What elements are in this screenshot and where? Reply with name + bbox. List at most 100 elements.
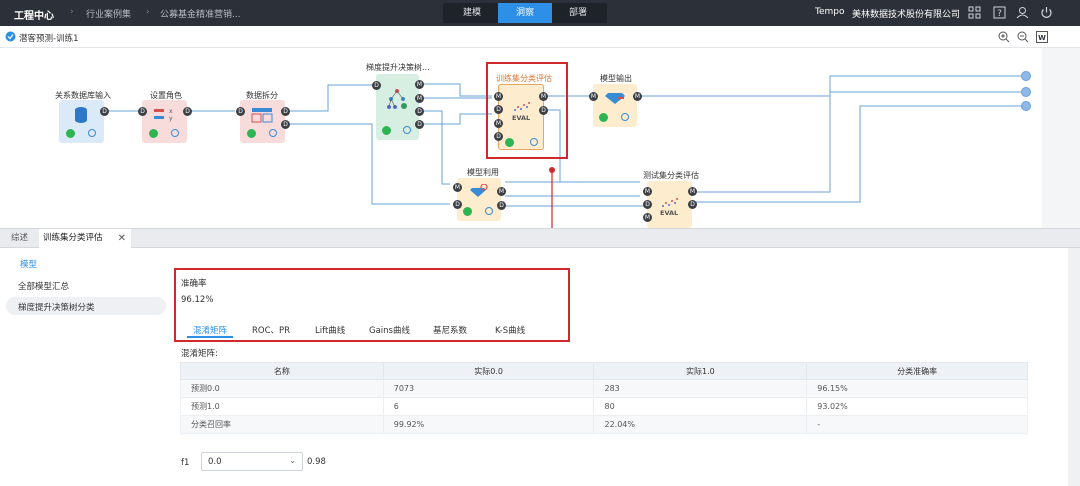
input-port[interactable]: D [494,105,503,114]
input-port[interactable]: D [372,81,381,90]
scatter-icon [514,102,530,111]
node-model-output[interactable] [593,84,637,127]
node-gbdt[interactable] [376,74,419,140]
tab-train-eval[interactable]: 训练集分类评估 ✕ [39,229,131,248]
input-port[interactable]: M [643,187,652,196]
node-train-eval[interactable]: EVAL [498,84,544,150]
canvas-endpoint[interactable] [1021,87,1031,97]
view-icon[interactable] [269,129,277,137]
node-test-eval[interactable]: EVAL [647,181,692,228]
output-port[interactable]: M [539,92,548,101]
input-port[interactable]: D [494,132,503,141]
confusion-caption: 混淆矩阵: [181,349,218,359]
input-port[interactable]: D [643,200,652,209]
workflow-canvas[interactable]: 关系数据库输入 D 设置角色 xy D D 数据拆分 D D D 梯度提升决策树… [0,48,1080,228]
output-port[interactable]: M [415,80,424,89]
subtab-gini[interactable]: 基尼系数 [433,324,467,336]
user-icon[interactable] [1016,6,1029,19]
output-port[interactable]: M [688,187,697,196]
output-port[interactable]: D [688,200,697,209]
svg-text:x: x [169,108,173,115]
input-port[interactable]: D [138,107,147,116]
sidebar-item-all-models[interactable]: 全部模型汇总 [18,280,69,292]
view-icon[interactable] [171,129,179,137]
input-port[interactable]: M [494,119,503,128]
table-cell: 22.04% [593,415,808,434]
subtab-ks[interactable]: K-S曲线 [495,324,525,336]
node-label: 训练集分类评估 [496,74,552,83]
export-word-icon[interactable]: W [1036,31,1048,43]
power-icon[interactable] [1040,6,1053,19]
input-port[interactable]: M [589,92,598,101]
zoom-out-icon[interactable] [1017,31,1029,43]
svg-text:W: W [1038,34,1046,42]
node-data-split[interactable] [240,100,285,143]
node-set-role[interactable]: xy [142,100,187,143]
diamond-icon [605,93,625,104]
node-label: 模型利用 [467,168,499,177]
result-tab-bar: 综述 训练集分类评估 ✕ [0,228,1080,248]
subtab-roc-pr[interactable]: ROC、PR [252,324,290,336]
company-name: 美林数据技术股份有限公司 [852,10,961,20]
output-port[interactable]: D [281,107,290,116]
input-port[interactable]: M [643,213,652,222]
sidebar-item-gbdt[interactable]: 梯度提升决策树分类 [6,297,166,315]
output-port[interactable]: M [633,92,642,101]
help-icon[interactable]: ? [993,6,1006,19]
node-relational-db-input[interactable] [59,100,104,143]
view-icon[interactable] [621,113,629,121]
close-icon[interactable]: ✕ [118,229,126,248]
canvas-endpoint[interactable] [1021,71,1031,81]
output-port[interactable]: D [415,120,424,129]
grid-apps-icon[interactable] [968,6,981,19]
output-port[interactable]: D [539,106,548,115]
output-port[interactable]: D [100,107,109,116]
top-bar: 工程中心 › 行业案例集 › 公募基金精准营销... 建模 洞察 部署 Temp… [0,0,1080,26]
canvas-endpoint[interactable] [1021,101,1031,111]
input-port[interactable]: M [494,92,503,101]
view-icon[interactable] [530,138,538,146]
data-split-icon [251,108,273,123]
subtab-confusion-matrix[interactable]: 混淆矩阵 [193,324,227,336]
table-cell: 预测1.0 [180,397,384,416]
confusion-matrix-table: 名称 实际0.0 实际1.0 分类准确率 预测0.0 7073 283 96.1… [180,362,1028,434]
breadcrumb-item[interactable]: 行业案例集 [86,7,131,20]
input-port[interactable]: D [236,107,245,116]
output-port[interactable]: M [497,187,506,196]
view-icon[interactable] [485,207,493,215]
f1-threshold-select[interactable]: 0.0 ⌄ [201,452,303,471]
decision-tree-icon [387,89,407,109]
output-port[interactable]: M [415,94,424,103]
node-model-apply[interactable] [457,178,501,221]
svg-text:?: ? [997,9,1002,19]
subtab-gains[interactable]: Gains曲线 [369,324,410,336]
brand-title[interactable]: 工程中心 [14,7,54,22]
table-cell: 80 [593,397,808,416]
output-port[interactable]: D [415,107,424,116]
f1-select-value: 0.0 [208,457,222,467]
accuracy-value: 96.12% [181,295,214,305]
mode-tab-build[interactable]: 建模 [445,3,499,23]
view-icon[interactable] [403,126,411,134]
input-port[interactable]: M [453,183,462,192]
table-cell: 99.92% [382,415,595,434]
success-check-icon [382,126,391,135]
table-cell: 分类召回率 [180,415,384,434]
output-port[interactable]: D [497,201,506,210]
input-port[interactable]: D [453,200,462,209]
workflow-icon [5,31,16,42]
tab-overview[interactable]: 综述 [11,229,28,248]
output-port[interactable]: D [183,107,192,116]
subtab-lift[interactable]: Lift曲线 [315,324,345,336]
zoom-in-icon[interactable] [998,31,1010,43]
view-icon[interactable] [88,129,96,137]
mode-tab-deploy[interactable]: 部署 [551,3,605,23]
output-port[interactable]: D [281,120,290,129]
scrollbar[interactable] [1068,248,1080,486]
sidebar-section-model[interactable]: 模型 [20,258,37,270]
column-header: 名称 [180,362,384,380]
success-check-icon [247,129,256,138]
breadcrumb-item[interactable]: 公募基金精准营销... [160,7,241,20]
table-cell: 预测0.0 [180,379,384,398]
mode-tab-insight[interactable]: 洞察 [498,3,552,23]
